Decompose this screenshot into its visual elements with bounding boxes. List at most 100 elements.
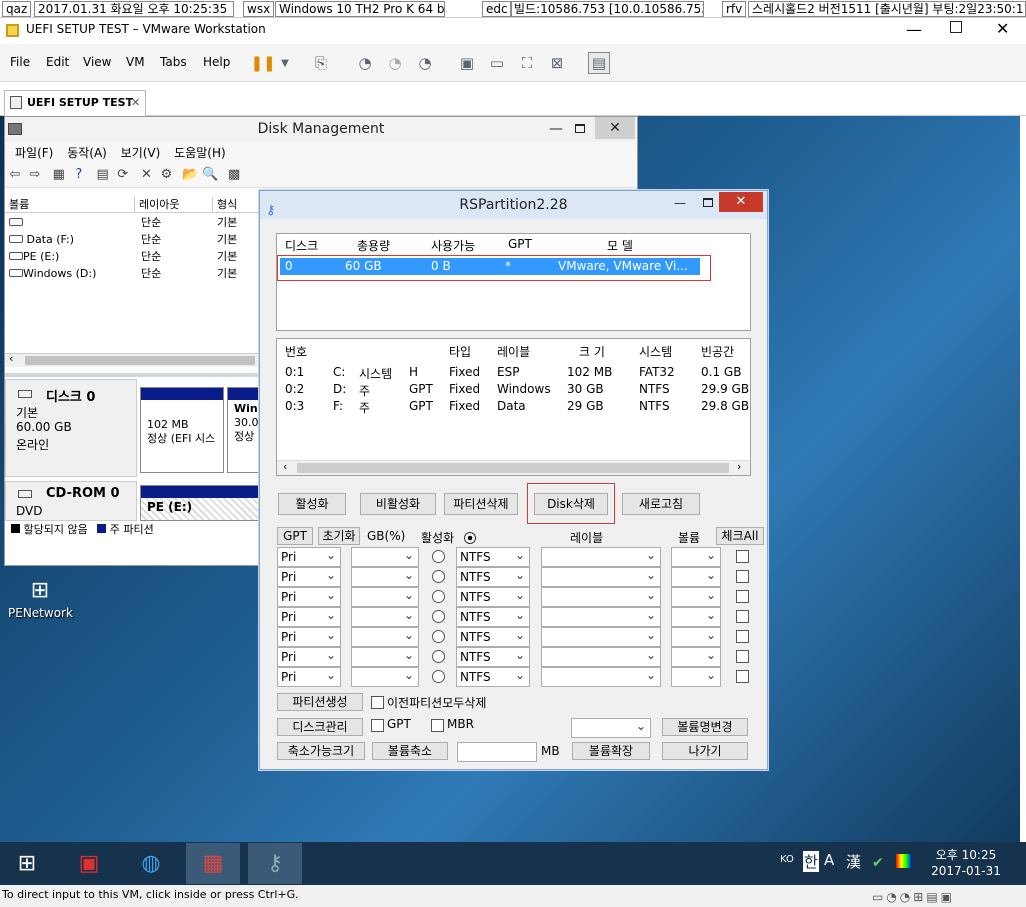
dm-menu-file[interactable]: 파일(F) [15,142,53,164]
deactivate-button[interactable]: 비활성화 [360,493,436,515]
refresh-icon[interactable]: ⟳ [113,164,133,186]
volume-letter-select[interactable] [671,546,721,567]
disk-0-header[interactable]: 디스크 0 기본 60.00 GB 온라인 [5,379,137,477]
col-model[interactable]: 모 델 [607,237,633,254]
dm-close-icon[interactable]: ✕ [595,117,635,139]
table-row[interactable]: 0:1 C: 시스템 H Fixed ESP 102 MB FAT32 0.1 GB [277,365,747,381]
filesystem-select[interactable]: NTFS [456,586,530,607]
row-checkbox[interactable] [736,650,749,663]
col-size[interactable]: 크 기 [579,343,605,360]
volume-letter-select[interactable] [671,666,721,687]
active-radio[interactable] [432,610,445,623]
row-checkbox[interactable] [736,570,749,583]
table-row[interactable]: 0:3 F: 주 GPT Fixed Data 29 GB NTFS 29.8 GB [277,399,749,415]
cdrom-header[interactable]: CD-ROM 0 DVD [5,481,137,521]
col-label[interactable]: 레이블 [497,343,530,360]
col-free[interactable]: 사용가능 [431,237,475,254]
back-icon[interactable]: ⇦ [5,164,25,186]
rename-volume-button[interactable]: 볼륨명변경 [662,718,748,736]
label-select[interactable] [541,626,661,647]
active-radio-header[interactable] [464,532,476,544]
filesystem-select[interactable]: NTFS [456,646,530,667]
taskbar-app-1[interactable]: ▣ [62,843,116,884]
active-radio[interactable] [432,630,445,643]
volume-select[interactable] [571,717,651,738]
filesystem-select[interactable]: NTFS [456,606,530,627]
dm-menu-action[interactable]: 동작(A) [67,142,107,164]
size-gb-select[interactable] [351,626,419,647]
taskbar-rspartition[interactable]: ⚷ [248,843,302,884]
disk-management-button[interactable]: 디스크관리 [277,718,363,736]
label-select[interactable] [541,646,661,667]
maximize-icon[interactable] [950,21,962,33]
partition-kind-select[interactable]: Pri [277,606,341,627]
menu-file[interactable]: File [10,55,30,69]
gpt-checkbox[interactable] [371,719,384,732]
sidebar-icon[interactable]: ▣ [456,52,478,74]
volume-letter-select[interactable] [671,606,721,627]
filesystem-select[interactable]: NTFS [456,666,530,687]
col-disk[interactable]: 디스크 [285,237,318,254]
menu-edit[interactable]: Edit [46,55,69,69]
volume-letter-select[interactable] [671,646,721,667]
security-icon[interactable]: ✔ [872,855,884,871]
delete-prev-checkbox[interactable] [371,696,384,709]
label-select[interactable] [541,546,661,567]
col-volume[interactable]: 볼륨 [5,197,135,213]
activate-button[interactable]: 활성화 [278,493,346,515]
forward-icon[interactable]: ⇨ [25,164,45,186]
close-icon[interactable]: ✕ [996,19,1009,38]
list-item[interactable] [9,215,23,231]
size-gb-select[interactable] [351,566,419,587]
horizontal-scrollbar[interactable]: ‹ [5,352,261,367]
minimize-icon[interactable]: — [906,20,922,39]
col-type[interactable]: 형식 [213,197,263,213]
console-view-icon[interactable]: ▭ [486,52,508,74]
revert-snapshot-icon[interactable]: ◔ [384,52,406,74]
col-total[interactable]: 총용량 [357,237,390,254]
cdrom-volume[interactable]: PE (E:) [140,485,264,521]
properties-icon[interactable]: ▦ [49,164,69,186]
row-checkbox[interactable] [736,590,749,603]
start-button[interactable]: ⊞ [0,843,54,884]
col-type[interactable]: 타입 [449,343,471,360]
snapshot-manager-icon[interactable]: ◔ [414,52,436,74]
partition-list[interactable]: 번호 타입 레이블 크 기 시스템 빈공간 0:1 C: 시스템 H Fixed ESP 1… [276,338,751,476]
filesystem-select[interactable]: NTFS [456,626,530,647]
ime-hangul[interactable]: 한 [803,851,819,872]
library-icon[interactable]: ▤ [588,52,610,74]
menu-tabs[interactable]: Tabs [160,55,187,69]
size-gb-select[interactable] [351,586,419,607]
clock[interactable]: 오후 10:25 2017-01-31 [924,847,1008,879]
col-number[interactable]: 번호 [285,343,307,360]
snapshot-icon[interactable]: ◔ [354,52,376,74]
shrinkable-size-button[interactable]: 축소가능크기 [277,742,365,760]
minimize-icon[interactable]: — [549,117,563,142]
delete-icon[interactable]: ✕ [136,164,156,186]
delete-partition-button[interactable]: 파티션삭제 [444,493,518,515]
list-item[interactable]: Data (F:) [9,232,74,248]
chevron-down-icon[interactable]: ▼ [274,52,296,74]
disk-list[interactable]: 디스크 총용량 사용가능 GPT 모 델 0 60 GB 0 B * VMwar… [276,233,751,331]
tab-close-icon[interactable]: ✕ [131,91,140,115]
table-row[interactable]: 0:2 D: 주 GPT Fixed Windows 30 GB NTFS 29.9 GB [277,382,749,398]
pause-icon[interactable]: ❚❚ [250,52,275,74]
init-header-button[interactable]: 초기화 [318,527,360,545]
partition-kind-select[interactable]: Pri [277,666,341,687]
row-checkbox[interactable] [736,630,749,643]
col-gpt[interactable]: GPT [508,237,532,251]
ime-hanja[interactable]: 漢 [846,851,861,872]
menu-view[interactable]: View [83,55,111,69]
check-all-button[interactable]: 체크All [716,527,764,545]
unity-icon[interactable]: ⊠ [546,52,568,74]
volume-letter-select[interactable] [671,626,721,647]
size-gb-select[interactable] [351,646,419,667]
maximize-icon[interactable] [575,124,585,133]
active-radio[interactable] [432,590,445,603]
list-item[interactable]: Windows (D:) [9,266,96,282]
horizontal-scrollbar[interactable]: ‹ › [277,460,750,475]
close-icon[interactable]: ✕ [719,192,763,212]
desktop-icon-penetwork[interactable]: ⊞ PENetwork [8,574,73,630]
active-radio[interactable] [432,550,445,563]
refresh-button[interactable]: 새로고침 [622,493,700,515]
